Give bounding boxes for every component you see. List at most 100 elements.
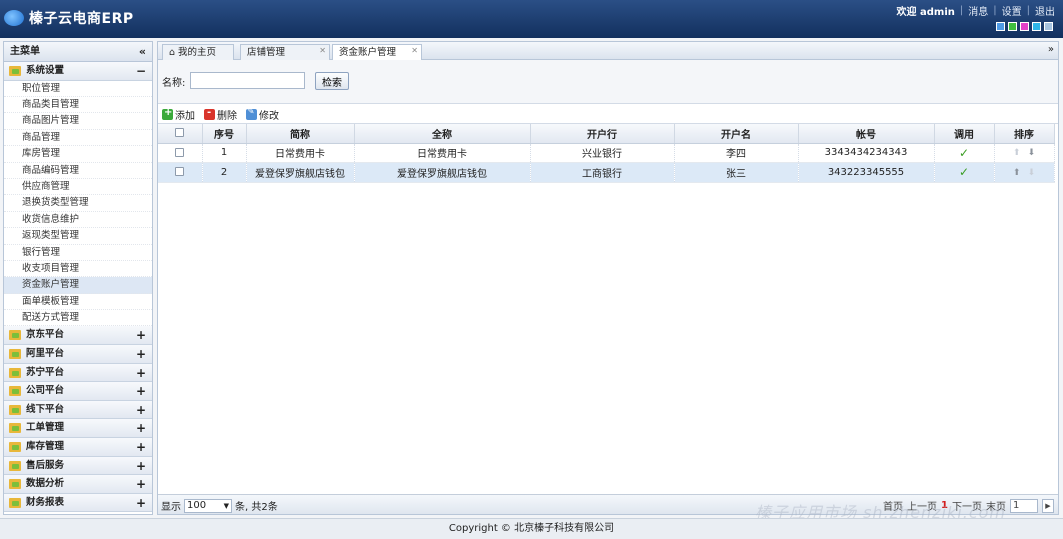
col-header-sort[interactable]: 排序 [994,124,1055,144]
search-bar: 名称: 检索 [158,60,1058,104]
skin-swatch-green[interactable] [1008,22,1017,31]
expand-icon[interactable]: + [136,326,146,344]
expand-icon[interactable]: + [136,364,146,382]
settings-link[interactable]: 设置 [1002,3,1022,18]
expand-icon[interactable]: + [136,345,146,363]
collapse-group-icon[interactable]: − [136,62,146,80]
enabled-check-icon: ✓ [958,145,970,160]
sidebar-group-1[interactable]: 京东平台 + [4,326,152,346]
collapse-icon[interactable]: « [139,42,146,61]
expand-icon[interactable]: + [136,401,146,419]
sidebar-group-9[interactable]: 数据分析 + [4,475,152,494]
sidebar-item[interactable]: 返现类型管理 [4,228,152,245]
sidebar-group-3[interactable]: 苏宁平台 + [4,363,152,383]
sidebar-group-2[interactable]: 阿里平台 + [4,345,152,364]
next-page-link[interactable]: 下一页 [952,498,982,513]
sidebar-item[interactable]: 退换货类型管理 [4,195,152,212]
tab-home[interactable]: ⌂ 我的主页 [162,44,234,60]
edit-button[interactable]: 修改 [246,107,279,122]
skin-swatch-light[interactable] [1044,22,1053,31]
sidebar-item[interactable]: 面单模板管理 [4,294,152,311]
tab-shop-management[interactable]: 店铺管理 ✕ [240,44,330,60]
name-search-input[interactable] [190,72,305,89]
messages-link[interactable]: 消息 [968,3,988,18]
tab-fund-account-management[interactable]: 资金账户管理 ✕ [332,44,422,61]
app-logo[interactable]: 榛子云电商ERP [4,8,134,28]
move-up-icon[interactable]: ⬆ [1013,168,1021,178]
expand-icon[interactable]: + [136,438,146,456]
sidebar-title: 主菜单 « [4,42,152,62]
row-checkbox[interactable] [175,147,185,157]
enabled-check-icon: ✓ [958,165,970,180]
move-down-icon[interactable]: ⬇ [1028,168,1036,178]
table-row[interactable]: 2 爱登保罗旗舰店钱包 爱登保罗旗舰店钱包 工商银行 张三 3432233455… [158,162,1055,183]
expand-icon[interactable]: + [136,494,146,512]
skin-swatch-cyan[interactable] [1032,22,1041,31]
cell-bank: 工商银行 [530,162,675,183]
sidebar-group-label: 系统设置 [26,65,65,76]
sidebar-item[interactable]: 供应商管理 [4,179,152,196]
skin-swatch-pink[interactable] [1020,22,1029,31]
sidebar-item[interactable]: 职位管理 [4,81,152,97]
col-header-no[interactable]: 序号 [202,124,247,144]
cell-no: 2 [202,162,247,183]
row-checkbox[interactable] [175,167,185,177]
search-button[interactable]: 检索 [315,72,349,90]
sidebar-group-label: 阿里平台 [26,348,65,360]
page-jump-input[interactable]: 1 [1010,498,1038,513]
delete-button[interactable]: 删除 [204,107,237,122]
sidebar-group-label: 售后服务 [26,459,65,471]
expand-icon[interactable]: + [136,382,146,400]
expand-icon[interactable]: + [136,475,146,493]
expand-icon[interactable]: + [136,419,146,437]
sidebar-item[interactable]: 收货信息维护 [4,212,152,229]
close-icon[interactable]: ✕ [319,43,326,58]
sidebar-item[interactable]: 银行管理 [4,245,152,261]
account-table: 序号 简称 全称 开户行 开户名 帐号 调用 排序 1 日常费用卡 日常费用卡 … [158,124,1055,183]
move-down-icon[interactable]: ⬇ [1028,148,1036,158]
cell-bank: 兴业银行 [530,143,675,163]
select-all-cell[interactable] [158,124,203,144]
logo-icon [4,10,24,26]
col-header-bank[interactable]: 开户行 [530,124,675,144]
sidebar-group-label: 财务报表 [26,496,65,508]
col-header-short-name[interactable]: 简称 [246,124,355,144]
col-header-account[interactable]: 帐号 [798,124,935,144]
sidebar-item[interactable]: 收支项目管理 [4,261,152,278]
expand-icon[interactable]: + [136,457,146,475]
sidebar-item[interactable]: 库房管理 [4,146,152,163]
sidebar-group-4[interactable]: 公司平台 + [4,382,152,401]
sidebar-group-10[interactable]: 财务报表 + [4,493,152,513]
sidebar-item[interactable]: 资金账户管理 [4,277,152,294]
sidebar-item[interactable]: 商品图片管理 [4,113,152,130]
sidebar-item[interactable]: 商品编码管理 [4,163,152,179]
sidebar-group-8[interactable]: 售后服务 + [4,456,152,476]
move-up-icon[interactable]: ⬆ [1013,148,1021,158]
sidebar-group-label: 数据分析 [26,478,65,490]
first-page-link[interactable]: 首页 [883,498,903,513]
page-size-select[interactable]: 100 [184,498,232,513]
table-row[interactable]: 1 日常费用卡 日常费用卡 兴业银行 李四 3343434234343 ✓ ⬆ … [158,143,1055,163]
sidebar-item[interactable]: 商品类目管理 [4,97,152,114]
col-header-full-name[interactable]: 全称 [354,124,531,144]
sidebar-item[interactable]: 商品管理 [4,130,152,147]
prev-page-link[interactable]: 上一页 [907,498,937,513]
col-header-enabled[interactable]: 调用 [934,124,995,144]
add-button[interactable]: 添加 [162,107,195,122]
logout-link[interactable]: 退出 [1035,3,1055,18]
last-page-link[interactable]: 末页 [986,498,1006,513]
sidebar-group-0[interactable]: 系统设置 − [4,62,152,81]
go-page-icon[interactable]: ▶ [1042,498,1054,513]
folder-icon [9,460,21,471]
sidebar-group-6[interactable]: 工单管理 + [4,419,152,439]
edit-icon [246,107,257,120]
skin-swatch-blue[interactable] [996,22,1005,31]
select-all-checkbox[interactable] [175,128,185,138]
col-header-holder[interactable]: 开户名 [674,124,799,144]
sidebar-group-5[interactable]: 线下平台 + [4,400,152,420]
sidebar-group-7[interactable]: 库存管理 + [4,438,152,457]
tab-scroll-icon[interactable]: » [1048,44,1054,55]
close-icon[interactable]: ✕ [411,43,418,58]
sidebar-item[interactable]: 配送方式管理 [4,310,152,327]
record-summary: 条, 共2条 [235,502,278,513]
